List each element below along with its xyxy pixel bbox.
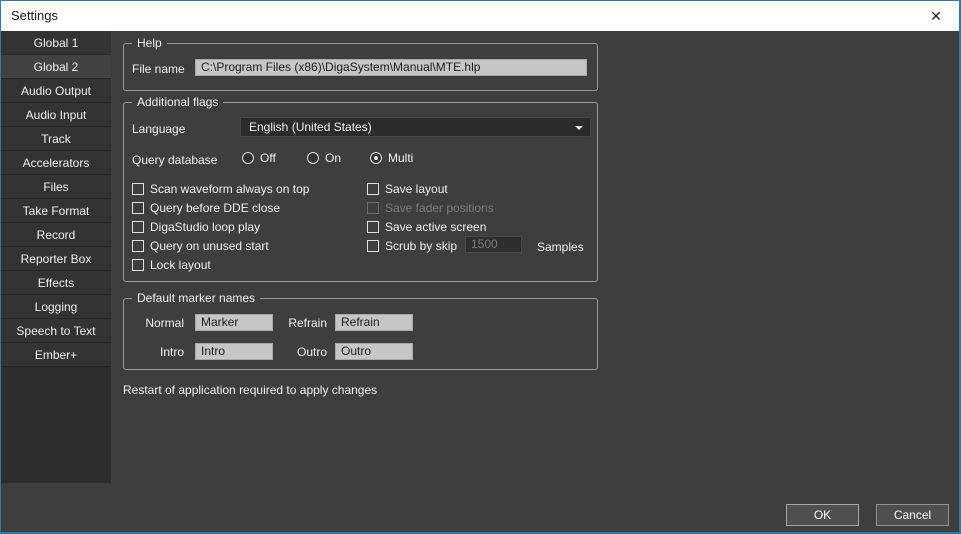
checkbox-label: Scan waveform always on top [150, 182, 309, 196]
settings-dialog: Settings ✕ Global 1 Global 2 Audio Outpu… [0, 0, 961, 534]
marker-group-title: Default marker names [132, 291, 260, 305]
sidebar-item-speech-to-text[interactable]: Speech to Text [1, 319, 111, 343]
title-bar[interactable]: Settings ✕ [1, 1, 959, 31]
restart-note: Restart of application required to apply… [123, 383, 377, 397]
checkbox-lock-layout[interactable]: Lock layout [132, 258, 211, 272]
language-label: Language [132, 122, 185, 136]
radio-circle-icon [307, 152, 319, 164]
marker-normal-label: Normal [124, 316, 184, 330]
query-database-label: Query database [132, 153, 217, 167]
checkbox-label: Scrub by skip [385, 239, 457, 253]
checkbox-label: Query before DDE close [150, 201, 280, 215]
radio-label: Multi [388, 151, 413, 165]
checkbox-save-layout[interactable]: Save layout [367, 182, 448, 196]
checkbox-label: Save active screen [385, 220, 486, 234]
window-title: Settings [11, 8, 58, 23]
checkbox-label: Query on unused start [150, 239, 269, 253]
marker-intro-label: Intro [124, 345, 184, 359]
radio-selected-icon [370, 152, 382, 164]
chevron-down-icon [575, 126, 583, 130]
checkbox-scan-waveform-always-on-top[interactable]: Scan waveform always on top [132, 182, 309, 196]
checkbox-label: Save fader positions [385, 201, 494, 215]
marker-outro-input[interactable]: Outro [335, 343, 413, 360]
checkbox-icon [132, 221, 144, 233]
samples-unit-label: Samples [537, 240, 584, 254]
additional-flags-group-title: Additional flags [132, 95, 223, 109]
settings-sidebar: Global 1 Global 2 Audio Output Audio Inp… [1, 31, 111, 483]
checkbox-label: Lock layout [150, 258, 211, 272]
sidebar-item-effects[interactable]: Effects [1, 271, 111, 295]
radio-query-off[interactable]: Off [242, 151, 276, 165]
sidebar-item-take-format[interactable]: Take Format [1, 199, 111, 223]
checkbox-icon [367, 202, 379, 214]
checkbox-label: DigaStudio loop play [150, 220, 260, 234]
marker-refrain-label: Refrain [259, 316, 327, 330]
checkbox-query-before-dde-close[interactable]: Query before DDE close [132, 201, 280, 215]
marker-outro-label: Outro [259, 345, 327, 359]
language-selected-value: English (United States) [249, 120, 372, 134]
checkbox-query-on-unused-start[interactable]: Query on unused start [132, 239, 269, 253]
file-name-label: File name [132, 62, 185, 76]
radio-query-on[interactable]: On [307, 151, 341, 165]
checkbox-icon [367, 221, 379, 233]
additional-flags-group: Additional flags Language English (Unite… [123, 102, 598, 282]
radio-circle-icon [242, 152, 254, 164]
cancel-button[interactable]: Cancel [876, 504, 949, 526]
checkbox-icon [367, 183, 379, 195]
checkbox-icon [132, 202, 144, 214]
marker-refrain-input[interactable]: Refrain [335, 314, 413, 331]
help-group: Help File name C:\Program Files (x86)\Di… [123, 43, 598, 91]
help-group-title: Help [132, 36, 167, 50]
sidebar-item-logging[interactable]: Logging [1, 295, 111, 319]
checkbox-scrub-by-skip[interactable]: Scrub by skip [367, 239, 457, 253]
checkbox-icon [132, 259, 144, 271]
sidebar-item-reporter-box[interactable]: Reporter Box [1, 247, 111, 271]
radio-query-multi[interactable]: Multi [370, 151, 413, 165]
sidebar-item-global-2[interactable]: Global 2 [1, 55, 111, 79]
scrub-samples-input: 1500 [465, 236, 522, 253]
close-icon[interactable]: ✕ [913, 1, 959, 31]
sidebar-item-ember[interactable]: Ember+ [1, 343, 111, 367]
sidebar-item-audio-input[interactable]: Audio Input [1, 103, 111, 127]
checkbox-icon [132, 183, 144, 195]
sidebar-item-track[interactable]: Track [1, 127, 111, 151]
checkbox-icon [367, 240, 379, 252]
help-file-name-input[interactable]: C:\Program Files (x86)\DigaSystem\Manual… [195, 59, 587, 76]
language-dropdown[interactable]: English (United States) [240, 117, 591, 137]
checkbox-save-fader-positions: Save fader positions [367, 201, 494, 215]
checkbox-save-active-screen[interactable]: Save active screen [367, 220, 486, 234]
sidebar-item-global-1[interactable]: Global 1 [1, 31, 111, 55]
checkbox-icon [132, 240, 144, 252]
ok-button[interactable]: OK [786, 504, 859, 526]
sidebar-item-record[interactable]: Record [1, 223, 111, 247]
checkbox-label: Save layout [385, 182, 448, 196]
radio-label: Off [260, 151, 276, 165]
sidebar-item-accelerators[interactable]: Accelerators [1, 151, 111, 175]
checkbox-digastudio-loop-play[interactable]: DigaStudio loop play [132, 220, 260, 234]
radio-label: On [325, 151, 341, 165]
sidebar-item-audio-output[interactable]: Audio Output [1, 79, 111, 103]
sidebar-item-files[interactable]: Files [1, 175, 111, 199]
default-marker-names-group: Default marker names Normal Marker Refra… [123, 298, 598, 370]
